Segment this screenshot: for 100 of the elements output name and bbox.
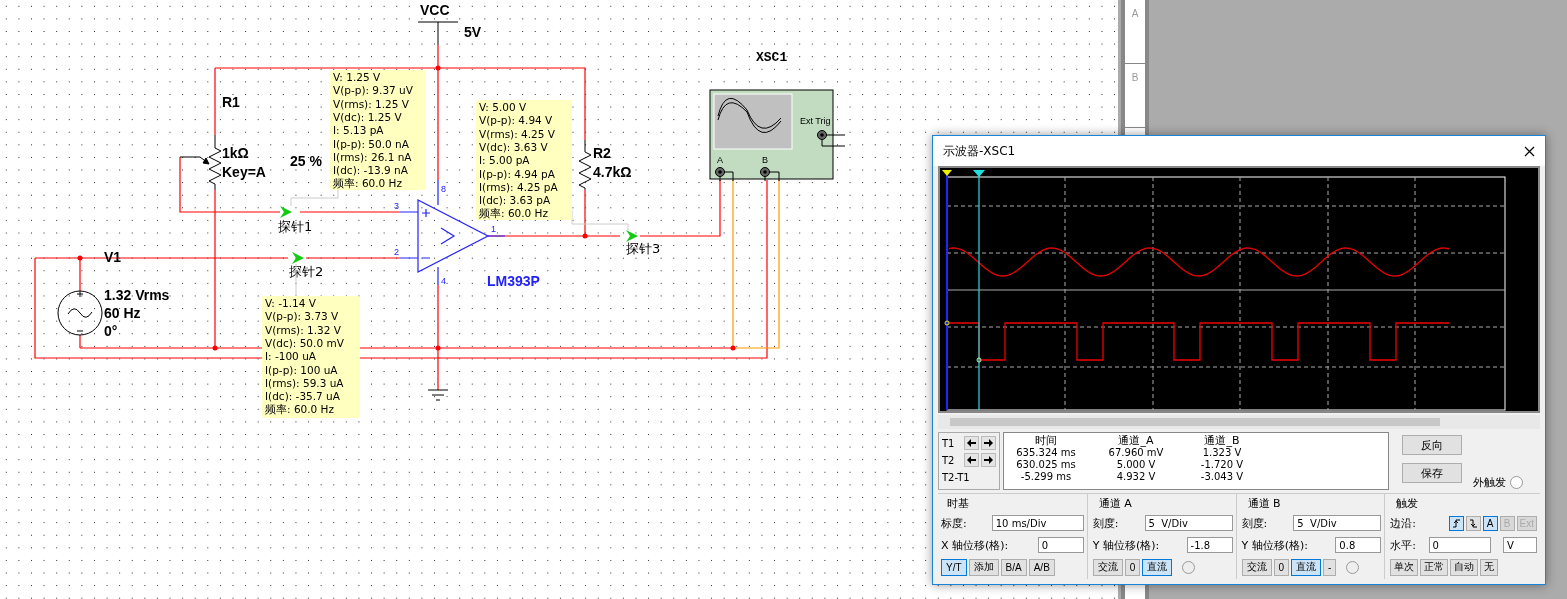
- window-title: 示波器-XSC1: [943, 142, 1016, 160]
- invert-button[interactable]: -: [1323, 558, 1337, 576]
- table-cell-text: -1.720 V: [1199, 459, 1245, 471]
- cursor-left-button[interactable]: [964, 453, 979, 467]
- level-field[interactable]: 0: [1428, 537, 1491, 553]
- field-label: 刻度:: [1092, 515, 1119, 531]
- mode-button[interactable]: Y/T: [941, 558, 967, 576]
- ext-trigger-label: 外触发: [1473, 475, 1506, 490]
- probe-reading: I(dc): -13.9 nA: [333, 164, 408, 177]
- pin-number: 2: [394, 247, 399, 257]
- source-button[interactable]: A: [1482, 515, 1498, 531]
- column-header: 通道_B: [1203, 435, 1241, 447]
- cursor-right-button[interactable]: [981, 436, 996, 450]
- table-cell-text: -5.299 ms: [1019, 471, 1073, 483]
- offset-field[interactable]: 0: [1037, 537, 1084, 553]
- probe-reading: V(rms): 1.32 V: [265, 323, 341, 336]
- table-cell-text: 5.000 V: [1115, 459, 1157, 471]
- falling-edge-icon: [1468, 518, 1478, 528]
- offset-field[interactable]: -1.8: [1186, 537, 1233, 553]
- r1-key: Key=A: [222, 164, 266, 180]
- field-label: 水平:: [1390, 537, 1417, 553]
- wire: [821, 134, 846, 147]
- coupling-button[interactable]: 直流: [1291, 558, 1322, 576]
- trigger-mode-button[interactable]: 正常: [1420, 558, 1449, 576]
- group-title: 通道 A: [1097, 496, 1133, 511]
- table-cell-text: -3.043 V: [1199, 471, 1245, 483]
- edge-button[interactable]: [1448, 515, 1464, 531]
- terminal-icon[interactable]: [715, 167, 725, 177]
- pin-number: 8: [441, 184, 446, 194]
- v1-frequency: 60 Hz: [104, 305, 141, 321]
- pin-number: 4: [441, 276, 446, 286]
- junction-dot: [730, 345, 736, 351]
- leader-line: [571, 209, 629, 231]
- cursor-left-button[interactable]: [964, 436, 979, 450]
- column-header: 时间: [1034, 435, 1058, 447]
- sheet-zone-label: A: [1125, 0, 1145, 64]
- potentiometer-symbol: [179, 134, 222, 191]
- probe-reading: I: -100 uA: [265, 350, 316, 363]
- pin-number: 1: [491, 224, 496, 234]
- panel-button[interactable]: 反向: [1402, 435, 1462, 455]
- ac-source-symbol: [57, 290, 103, 336]
- cursor-label: T2: [942, 454, 956, 466]
- junction-dot: [77, 255, 83, 261]
- scope-label: XSC1: [756, 50, 788, 65]
- r2-label: R2: [593, 145, 611, 161]
- input-label: A: [717, 155, 723, 165]
- unit-dropdown[interactable]: V: [1503, 537, 1537, 553]
- trigger-mode-button[interactable]: 自动: [1450, 558, 1479, 576]
- group-title: 触发: [1395, 496, 1420, 511]
- horizontal-scrollbar[interactable]: [938, 415, 1540, 429]
- panel-button[interactable]: 保存: [1402, 463, 1462, 483]
- cursor-right-button[interactable]: [981, 453, 996, 467]
- mode-button[interactable]: A/B: [1028, 558, 1055, 576]
- probe-reading: I(rms): 4.25 pA: [479, 180, 558, 193]
- group-title: 时基: [946, 496, 970, 511]
- probe-label: 探针3: [626, 241, 661, 256]
- terminal-icon[interactable]: [760, 167, 770, 177]
- column-header: 通道_A: [1117, 435, 1155, 447]
- coupling-button[interactable]: 交流: [1241, 558, 1272, 576]
- cursor-label: T2-T1: [942, 471, 970, 483]
- junction-dot: [212, 345, 218, 351]
- coupling-button[interactable]: 0: [1124, 558, 1141, 576]
- probe-reading: V(rms): 4.25 V: [479, 127, 555, 140]
- rising-edge-icon: [1451, 518, 1461, 528]
- probe-reading: I(p-p): 50.0 nA: [333, 137, 409, 150]
- probe-reading: I(p-p): 4.94 pA: [479, 167, 555, 180]
- field-label: 边沿:: [1390, 515, 1417, 531]
- coupling-button[interactable]: 交流: [1092, 558, 1123, 576]
- mode-button[interactable]: 添加: [968, 558, 999, 576]
- probe-reading: V: 1.25 V: [333, 71, 381, 83]
- radio-button[interactable]: [1510, 476, 1523, 489]
- field-label: Y 轴位移(格):: [1092, 537, 1160, 553]
- table-cell-text: 4.932 V: [1115, 471, 1157, 483]
- ext-trig-label: Ext Trig: [800, 116, 831, 126]
- radio-icon: [1346, 560, 1360, 574]
- scale-field[interactable]: 5 V/Div: [1293, 515, 1382, 531]
- trigger-mode-button[interactable]: 单次: [1390, 558, 1419, 576]
- close-icon[interactable]: [1524, 145, 1535, 157]
- offset-field[interactable]: 0.8: [1335, 537, 1382, 553]
- probe-reading: 频率: 60.0 Hz: [265, 403, 334, 416]
- coupling-button[interactable]: 直流: [1142, 558, 1173, 576]
- terminal-icon[interactable]: [817, 130, 827, 140]
- scale-field[interactable]: 5 V/Div: [1144, 515, 1233, 531]
- field-label: 标度:: [941, 515, 967, 531]
- vcc-voltage: 5V: [464, 24, 482, 40]
- edge-button[interactable]: [1465, 515, 1481, 531]
- probe-reading: V: 5.00 V: [479, 101, 527, 113]
- trigger-mode-button[interactable]: 无: [1480, 558, 1499, 576]
- table-cell-text: 1.323 V: [1201, 447, 1243, 459]
- scale-field[interactable]: 10 ms/Div: [991, 515, 1084, 531]
- probe-reading: V(dc): 1.25 V: [333, 110, 402, 123]
- junction-dot: [435, 345, 441, 351]
- cursor-label: T1: [942, 437, 956, 449]
- probe-reading: I: 5.13 pA: [333, 124, 384, 137]
- coupling-button[interactable]: 0: [1273, 558, 1290, 576]
- group-title: 通道 B: [1246, 496, 1282, 511]
- mode-button[interactable]: B/A: [1000, 558, 1027, 576]
- v1-label: V1: [104, 249, 122, 265]
- probe-reading: V(p-p): 4.94 V: [479, 114, 553, 127]
- table-cell-text: 67.960 mV: [1107, 447, 1165, 459]
